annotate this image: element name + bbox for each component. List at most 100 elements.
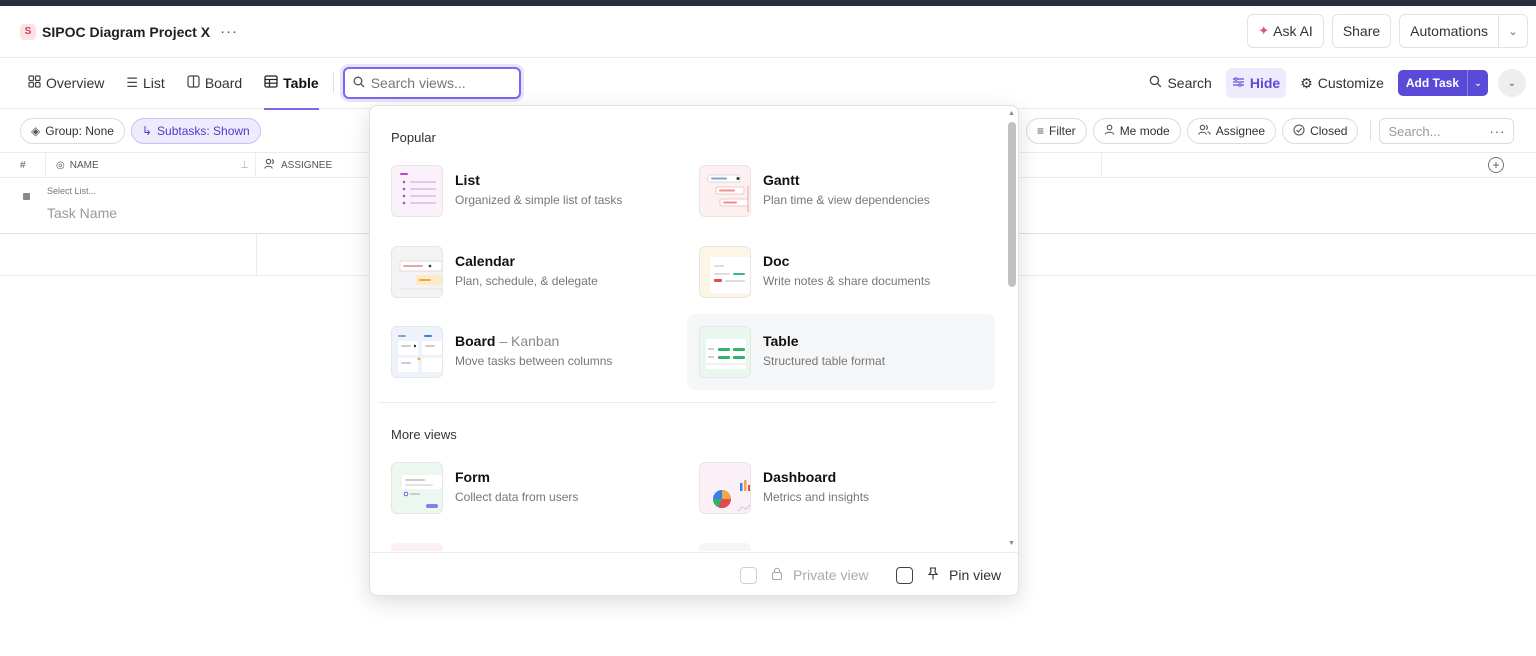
name-column-icon: ◎ — [56, 159, 65, 171]
view-option-dashboard[interactable]: Dashboard Metrics and insights — [687, 450, 995, 526]
more-views-section-title: More views — [391, 427, 457, 442]
tab-board[interactable]: Board — [187, 58, 242, 109]
view-option-form[interactable]: Form Collect data from users — [379, 450, 687, 526]
view-option-title: Board – Kanban — [455, 333, 559, 349]
status-square-icon[interactable] — [23, 193, 30, 200]
closed-chip[interactable]: Closed — [1282, 118, 1359, 144]
select-list-label[interactable]: Select List... — [47, 186, 96, 196]
scroll-down-icon[interactable]: ▼ — [1008, 540, 1015, 547]
more-options-icon[interactable]: ··· — [1489, 124, 1505, 139]
closed-label: Closed — [1310, 124, 1348, 138]
private-view-label: Private view — [793, 567, 869, 583]
view-option-doc[interactable]: Doc Write notes & share documents — [687, 234, 995, 310]
column-assignee[interactable]: ASSIGNEE — [256, 153, 332, 177]
table-icon — [264, 75, 278, 91]
view-tabs-row: Overview ☰ List Board Table Search views… — [0, 58, 1536, 110]
search-label: Search — [1167, 75, 1212, 91]
filter-icon: ≡ — [1037, 124, 1045, 138]
filter-divider — [1370, 121, 1372, 141]
tab-list-label: List — [143, 75, 165, 91]
project-title[interactable]: SIPOC Diagram Project X — [42, 24, 210, 40]
share-button[interactable]: Share — [1331, 14, 1392, 48]
add-task-button[interactable]: Add Task — [1398, 70, 1468, 96]
subtasks-label: Subtasks: Shown — [157, 124, 250, 138]
search-views-box[interactable] — [342, 67, 521, 99]
views-dropdown: Popular List Organized & simple list of … — [369, 105, 1019, 596]
list-icon: ☰ — [126, 75, 139, 90]
search-icon — [353, 75, 365, 91]
view-option-title: Calendar — [455, 253, 515, 269]
pin-icon[interactable]: ⊥ — [240, 160, 249, 171]
group-chip[interactable]: ◈ Group: None — [20, 118, 125, 144]
board-subtitle: – Kanban — [499, 333, 560, 349]
sparkle-icon: ✦ — [1258, 23, 1270, 38]
view-option-title: Gantt — [763, 172, 800, 188]
private-view-checkbox[interactable] — [740, 567, 757, 584]
tabs-divider — [332, 73, 334, 93]
doc-view-thumbnail — [699, 246, 751, 298]
view-option-desc: Metrics and insights — [763, 490, 870, 504]
table-search-input[interactable]: Search... ··· — [1379, 118, 1515, 144]
task-name-input[interactable]: Task Name — [47, 205, 117, 221]
pin-view-checkbox[interactable] — [896, 567, 913, 584]
section-divider — [378, 402, 996, 403]
board-view-thumbnail — [391, 326, 443, 378]
dropdown-footer: Private view Pin view — [370, 552, 1018, 595]
check-circle-icon — [1293, 123, 1305, 139]
tab-board-label: Board — [204, 75, 243, 91]
assignee-label: Assignee — [1215, 124, 1266, 138]
assignee-chip[interactable]: Assignee — [1186, 118, 1277, 144]
chevron-down-icon[interactable]: ⌄ — [1468, 70, 1488, 96]
view-option-title: Table — [763, 333, 799, 349]
gear-icon: ⚙ — [1300, 74, 1313, 91]
form-view-thumbnail — [391, 462, 443, 514]
filter-chip[interactable]: ≡ Filter — [1026, 118, 1087, 144]
me-mode-chip[interactable]: Me mode — [1092, 118, 1181, 144]
view-option-title: List — [455, 172, 480, 188]
view-option-calendar[interactable]: Calendar Plan, schedule, & delegate — [379, 234, 687, 310]
sliders-icon — [1232, 75, 1245, 91]
chevron-down-icon[interactable]: ⌄ — [1499, 15, 1527, 47]
tab-table[interactable]: Table — [264, 58, 319, 110]
tab-table-label: Table — [283, 75, 319, 91]
layers-icon: ◈ — [31, 124, 41, 138]
column-name[interactable]: ◎ NAME ⊥ — [46, 153, 256, 177]
assignee-header-label: ASSIGNEE — [281, 159, 333, 171]
scrollbar-thumb[interactable] — [1008, 122, 1016, 287]
tab-list[interactable]: ☰ List — [126, 58, 164, 109]
dropdown-scrollbar[interactable]: ▲ ▼ — [1006, 110, 1016, 550]
view-option-title: Doc — [763, 253, 790, 269]
view-option-gantt[interactable]: Gantt Plan time & view dependencies — [687, 153, 995, 229]
pin-icon — [927, 567, 939, 583]
ask-ai-button[interactable]: ✦ Ask AI — [1247, 14, 1324, 48]
view-option-list[interactable]: List Organized & simple list of tasks — [379, 153, 687, 229]
scroll-up-icon[interactable]: ▲ — [1008, 110, 1015, 117]
customize-button[interactable]: ⚙ Customize — [1296, 68, 1388, 98]
filter-actions: ≡ Filter Me mode Assignee Closed Search.… — [1026, 118, 1515, 144]
table-search-placeholder: Search... — [1388, 123, 1441, 139]
tab-overview[interactable]: Overview — [28, 58, 104, 109]
collapse-toggle-button[interactable]: ⌄ — [1498, 69, 1526, 97]
more-options-icon[interactable]: ··· — [220, 23, 238, 40]
people-icon — [1197, 124, 1211, 138]
automations-button[interactable]: Automations — [1400, 15, 1499, 47]
search-button[interactable]: Search — [1145, 68, 1215, 98]
automations-button-group: Automations ⌄ — [1399, 14, 1528, 48]
view-option-desc: Write notes & share documents — [763, 274, 931, 288]
view-option-table[interactable]: Table Structured table format — [687, 314, 995, 390]
customize-label: Customize — [1317, 75, 1384, 91]
group-label: Group: None — [45, 124, 114, 138]
add-column-icon[interactable]: + — [1488, 157, 1504, 173]
search-views-input[interactable] — [370, 75, 511, 91]
table-view-thumbnail — [699, 326, 751, 378]
view-option-thumbnail-partial — [699, 543, 751, 551]
subtasks-chip[interactable]: ↳ Subtasks: Shown — [130, 118, 261, 144]
dashboard-view-thumbnail — [699, 462, 751, 514]
lock-icon — [771, 567, 783, 583]
hide-button[interactable]: Hide — [1225, 68, 1287, 98]
header-actions: ✦ Ask AI Share Automations ⌄ — [1247, 14, 1528, 48]
me-mode-label: Me mode — [1119, 124, 1170, 138]
view-option-board[interactable]: Board – Kanban Move tasks between column… — [379, 314, 687, 390]
space-badge[interactable]: S — [20, 23, 36, 40]
view-option-desc: Plan time & view dependencies — [763, 193, 930, 207]
